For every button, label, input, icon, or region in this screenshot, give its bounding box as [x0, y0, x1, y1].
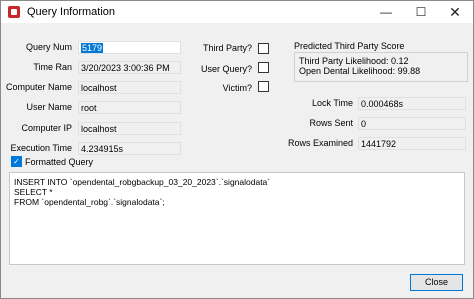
- score-heading: Predicted Third Party Score: [294, 41, 405, 51]
- query-text-area[interactable]: INSERT INTO `opendental_robgbackup_03_20…: [9, 172, 465, 265]
- query-information-window: Query Information — ☐ ✕ Query Num 5179 T…: [0, 0, 474, 299]
- computer-ip-field[interactable]: localhost: [78, 122, 181, 135]
- computer-name-label: Computer Name: [5, 82, 72, 92]
- minimize-icon[interactable]: —: [369, 1, 403, 23]
- query-num-field[interactable]: 5179: [78, 41, 181, 54]
- third-party-likelihood: Third Party Likelihood: 0.12: [299, 56, 409, 66]
- lock-time-label: Lock Time: [311, 98, 353, 108]
- close-icon[interactable]: ✕: [438, 1, 472, 23]
- third-party-label: Third Party?: [202, 43, 252, 53]
- app-icon: [8, 6, 20, 18]
- computer-name-field[interactable]: localhost: [78, 81, 181, 94]
- user-name-label: User Name: [26, 102, 72, 112]
- user-query-label: User Query?: [200, 64, 252, 74]
- maximize-icon[interactable]: ☐: [404, 1, 438, 23]
- victim-label: Victim?: [222, 83, 252, 93]
- victim-checkbox[interactable]: [258, 81, 269, 92]
- user-name-field[interactable]: root: [78, 101, 181, 114]
- execution-time-field[interactable]: 4.234915s: [78, 142, 181, 155]
- score-box: Third Party Likelihood: 0.12 Open Dental…: [294, 52, 468, 82]
- open-dental-likelihood: Open Dental Likelihood: 99.88: [299, 66, 421, 76]
- user-query-checkbox[interactable]: [258, 62, 269, 73]
- rows-examined-field[interactable]: 1441792: [358, 137, 466, 150]
- formatted-query-checkbox[interactable]: ✓: [11, 156, 22, 167]
- close-button[interactable]: Close: [410, 274, 463, 291]
- rows-sent-label: Rows Sent: [309, 118, 353, 128]
- window-title: Query Information: [27, 6, 116, 18]
- title-bar[interactable]: Query Information — ☐ ✕: [1, 1, 473, 23]
- computer-ip-label: Computer IP: [21, 123, 72, 133]
- time-ran-label: Time Ran: [33, 62, 72, 72]
- time-ran-field[interactable]: 3/20/2023 3:00:36 PM: [78, 61, 181, 74]
- query-num-value: 5179: [81, 43, 104, 53]
- lock-time-field[interactable]: 0.000468s: [358, 97, 466, 110]
- rows-examined-label: Rows Examined: [287, 138, 353, 148]
- rows-sent-field[interactable]: 0: [358, 117, 466, 130]
- execution-time-label: Execution Time: [10, 143, 72, 153]
- formatted-query-label: Formatted Query: [25, 157, 94, 167]
- third-party-checkbox[interactable]: [258, 43, 269, 54]
- query-num-label: Query Num: [25, 42, 72, 52]
